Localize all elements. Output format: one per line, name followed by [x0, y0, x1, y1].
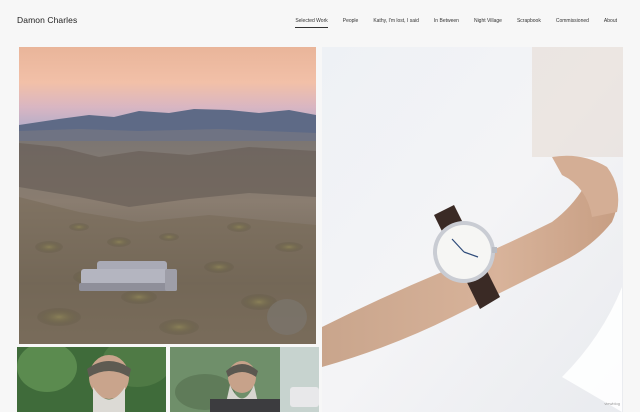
photo-bearded-man-trees[interactable]: [17, 347, 166, 412]
photo-desert-couch[interactable]: [19, 47, 316, 344]
watermark-text: viewblog: [604, 401, 620, 406]
photo-wristwatch[interactable]: [322, 47, 623, 412]
photo-bearded-man-car[interactable]: [170, 347, 319, 412]
photo-gallery: [0, 0, 640, 412]
